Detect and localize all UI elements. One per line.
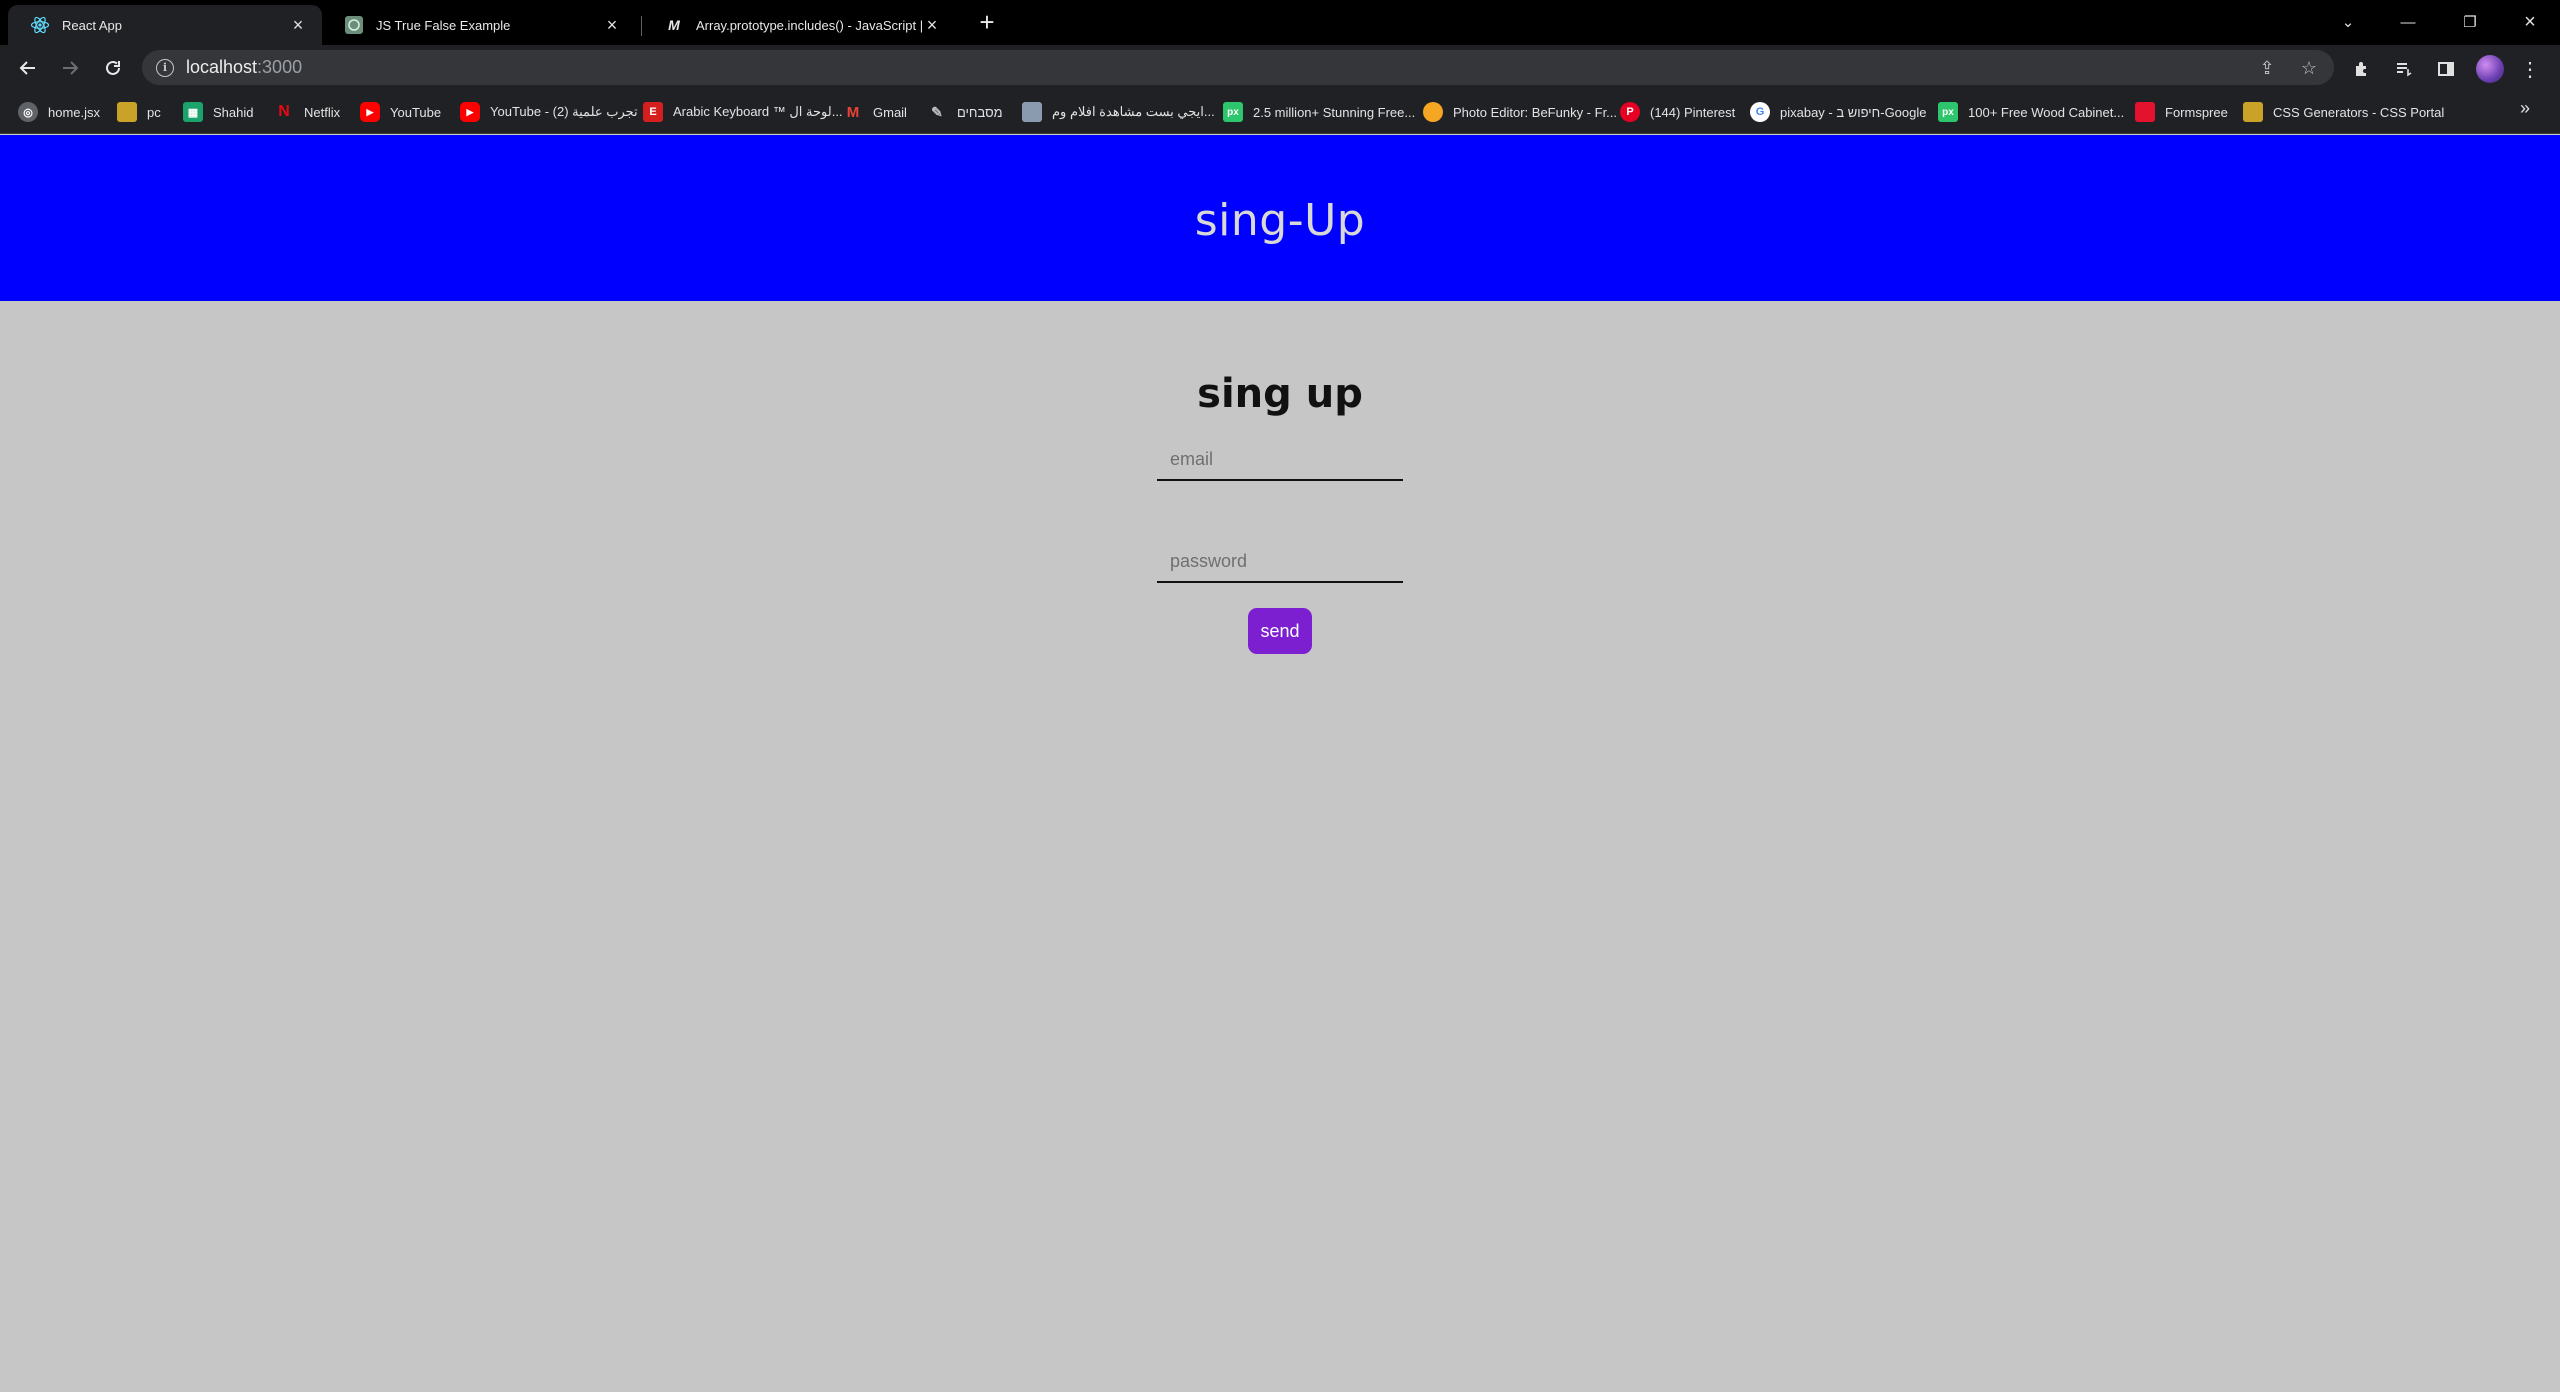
bookmark-label: Shahid bbox=[213, 104, 254, 120]
close-tab-icon[interactable]: × bbox=[288, 15, 308, 35]
bookmark-befunky[interactable]: Photo Editor: BeFunky - Fr... bbox=[1423, 100, 1617, 124]
site-info-icon[interactable]: i bbox=[156, 58, 174, 77]
bookmark-shahid[interactable]: ▦ Shahid bbox=[183, 100, 253, 124]
bookmark-css-portal[interactable]: CSS Generators - CSS Portal bbox=[2243, 100, 2444, 124]
pixabay-icon: px bbox=[1938, 102, 1958, 122]
bookmark-label: YouTube - تجرب علمية (2) bbox=[490, 104, 638, 119]
youtube-icon: ▶ bbox=[360, 102, 380, 122]
tab-mdn[interactable]: M Array.prototype.includes() - JavaScrip… bbox=[642, 5, 956, 45]
bookmark-label: CSS Generators - CSS Portal bbox=[2273, 104, 2445, 120]
befunky-icon bbox=[1423, 102, 1443, 122]
send-button[interactable]: send bbox=[1248, 608, 1312, 654]
bookmark-google-pixabay[interactable]: G pixabay - חיפוש ב-Google bbox=[1750, 100, 1926, 124]
url-host: localhost bbox=[186, 57, 258, 77]
back-arrow-icon bbox=[19, 61, 35, 75]
pixabay-icon: px bbox=[1223, 102, 1243, 122]
tab-js-true-false[interactable]: JS True False Example × bbox=[322, 5, 636, 45]
bookmark-netflix[interactable]: N Netflix bbox=[274, 100, 340, 124]
side-panel-icon[interactable] bbox=[2432, 55, 2460, 83]
close-tab-icon[interactable]: × bbox=[602, 15, 622, 35]
bookmark-pixabay-stunning[interactable]: px 2.5 million+ Stunning Free... bbox=[1223, 100, 1415, 124]
address-bar[interactable]: i localhost:3000 bbox=[142, 50, 2334, 85]
page-viewport: sing-Up sing up send bbox=[0, 135, 2560, 1392]
bookmark-label: Formspree bbox=[2165, 104, 2228, 120]
bookmark-star-icon[interactable]: ☆ bbox=[2296, 55, 2322, 81]
url-port: :3000 bbox=[257, 57, 303, 77]
mdn-icon: M bbox=[668, 17, 680, 33]
signup-form: sing up send bbox=[0, 371, 2560, 654]
tab-search-icon[interactable]: ⌄ bbox=[2334, 8, 2362, 36]
bookmark-youtube[interactable]: ▶ YouTube bbox=[360, 100, 441, 124]
bookmark-gmail[interactable]: M Gmail bbox=[843, 100, 907, 124]
more-menu-icon[interactable]: ⋮ bbox=[2516, 55, 2544, 83]
form-title: sing up bbox=[1197, 371, 1363, 417]
new-tab-button[interactable]: + bbox=[975, 7, 999, 37]
youtube-icon: ▶ bbox=[460, 102, 480, 122]
react-icon bbox=[30, 15, 50, 35]
bookmark-egybest[interactable]: ايجي بست مشاهدة افلام وم... bbox=[1022, 100, 1215, 124]
globe-icon: ◎ bbox=[18, 102, 38, 122]
bookmark-label: 100+ Free Wood Cabinet... bbox=[1968, 104, 2125, 120]
bookmark-label: (144) Pinterest bbox=[1650, 104, 1736, 120]
bookmark-label: pixabay - חיפוש ב-Google bbox=[1780, 104, 1927, 120]
codepen-icon bbox=[344, 15, 364, 35]
reload-icon bbox=[106, 60, 120, 75]
header-title: sing-Up bbox=[1194, 194, 1366, 246]
forward-arrow-icon bbox=[63, 61, 79, 75]
bookmark-wood-cabinet[interactable]: px 100+ Free Wood Cabinet... bbox=[1938, 100, 2124, 124]
forward-button[interactable] bbox=[55, 53, 85, 83]
bookmark-label: Netflix bbox=[304, 104, 341, 120]
close-window-button[interactable]: × bbox=[2516, 8, 2544, 36]
bookmarks-bar: ◎ home.jsx pc ▦ Shahid N Netflix ▶ YouTu… bbox=[0, 90, 2560, 134]
bookmark-label: Gmail bbox=[873, 104, 907, 120]
profile-avatar[interactable] bbox=[2476, 55, 2504, 83]
browser-toolbar: i localhost:3000 bbox=[0, 45, 2560, 90]
bookmark-label: home.jsx bbox=[48, 104, 101, 120]
arabic-keyboard-icon: E bbox=[643, 102, 663, 122]
folder-icon bbox=[117, 102, 137, 122]
bookmark-tools[interactable]: ✎ מסבחים bbox=[927, 100, 1003, 124]
cssportal-icon bbox=[2243, 102, 2263, 122]
bookmark-home-jsx[interactable]: ◎ home.jsx bbox=[18, 100, 100, 124]
share-icon[interactable]: ⇪ bbox=[2254, 55, 2280, 81]
reload-button[interactable] bbox=[98, 53, 128, 83]
minimize-button[interactable]: — bbox=[2394, 8, 2422, 36]
tab-title: Array.prototype.includes() - JavaScript … bbox=[696, 17, 922, 33]
bookmark-label: 2.5 million+ Stunning Free... bbox=[1253, 104, 1416, 120]
shahid-icon: ▦ bbox=[183, 102, 203, 122]
tab-title: JS True False Example bbox=[376, 17, 511, 33]
close-tab-icon[interactable]: × bbox=[922, 15, 942, 35]
email-input[interactable] bbox=[1157, 439, 1403, 481]
tab-react-app[interactable]: React App × bbox=[8, 5, 322, 45]
gmail-icon: M bbox=[846, 103, 860, 121]
reading-list-icon[interactable] bbox=[2390, 55, 2418, 83]
bookmark-label: Photo Editor: BeFunky - Fr... bbox=[1453, 104, 1618, 120]
back-button[interactable] bbox=[13, 53, 43, 83]
header-banner: sing-Up bbox=[0, 135, 2560, 301]
bookmark-formspree[interactable]: Formspree bbox=[2135, 100, 2228, 124]
pinterest-icon: P bbox=[1620, 102, 1640, 122]
bookmark-arabic-keyboard[interactable]: E Arabic Keyboard ™ لوحة ال... bbox=[643, 100, 843, 124]
bookmark-label: YouTube bbox=[390, 104, 442, 120]
restore-button[interactable]: ❐ bbox=[2456, 8, 2484, 36]
egybest-icon bbox=[1022, 102, 1042, 122]
bookmark-label: מסבחים bbox=[957, 104, 1003, 120]
tab-strip: React App × JS True False Example × M Ar… bbox=[0, 0, 2560, 45]
bookmark-pinterest[interactable]: P (144) Pinterest bbox=[1620, 100, 1735, 124]
bookmark-label: ايجي بست مشاهدة افلام وم... bbox=[1052, 104, 1215, 119]
tools-icon: ✎ bbox=[931, 103, 943, 120]
bookmarks-overflow-icon[interactable]: » bbox=[2520, 98, 2530, 119]
bookmark-label: Arabic Keyboard ™ لوحة ال... bbox=[673, 104, 843, 119]
password-input[interactable] bbox=[1157, 541, 1403, 583]
bookmark-youtube-arabic[interactable]: ▶ YouTube - تجرب علمية (2) bbox=[460, 100, 638, 124]
extensions-icon[interactable] bbox=[2348, 55, 2376, 83]
bookmark-label: pc bbox=[147, 104, 161, 120]
netflix-icon: N bbox=[278, 103, 290, 120]
formspree-icon bbox=[2135, 102, 2155, 122]
bookmark-pc[interactable]: pc bbox=[117, 100, 161, 124]
google-icon: G bbox=[1750, 102, 1770, 122]
tab-title: React App bbox=[62, 17, 122, 33]
